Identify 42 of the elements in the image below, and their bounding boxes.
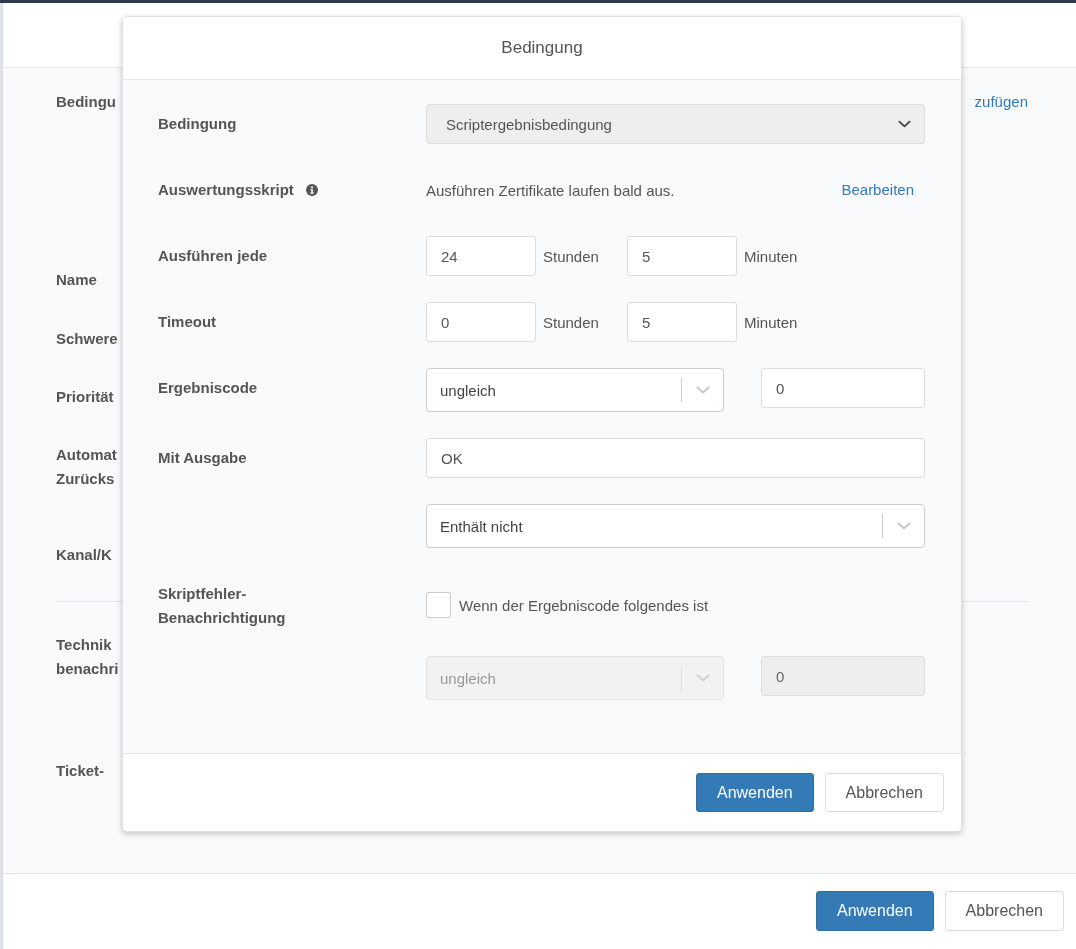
apply-button[interactable]: Anwenden [816,891,934,931]
field-label: Auswertungsskript [158,180,294,200]
output-input[interactable]: OK [426,438,925,478]
minutes-input[interactable]: 5 [627,236,737,276]
field-label: Skriptfehler-Benachrichtigung [158,584,287,628]
field-label: Ausführen jede [158,246,268,266]
minutes-input[interactable]: 5 [627,302,737,342]
dialog-title: Bedingung [501,38,583,58]
script-description: Ausführen Zertifikate laufen bald aus. [426,181,675,199]
edit-link[interactable]: Bearbeiten [841,178,914,202]
field-label: Bedingu [56,93,116,110]
unit-label: Stunden [543,247,599,265]
chevron-down-icon [897,522,911,530]
unit-label: Stunden [543,313,599,331]
field-label: Priorität [56,388,114,405]
info-icon[interactable] [305,184,318,196]
field-label: Automat Zurücks [56,446,117,487]
field-label: Timeout [158,312,217,332]
dropdown-select[interactable]: Enthält nicht [426,504,925,548]
field-label: Kanal/K [56,546,112,563]
field-label: Bedingung [158,114,237,134]
field-label: Mit Ausgabe [158,448,247,468]
field-label: Name [56,271,97,288]
unit-label: Minuten [744,247,798,265]
field-label: Technik benachri [56,636,119,677]
field-label: Ergebniscode [158,378,258,398]
hours-input[interactable]: 24 [426,236,536,276]
dropdown-select[interactable]: ungleich [426,368,724,412]
unit-label: Minuten [744,313,798,331]
field-label: Schwere [56,330,118,347]
cancel-button[interactable]: Abbrechen [824,773,944,812]
chevron-down-icon [696,674,710,682]
chevron-down-icon [898,120,911,128]
chevron-down-icon [696,386,710,394]
apply-button[interactable]: Anwenden [696,773,814,812]
code-input[interactable]: 0 [761,368,925,408]
cancel-button[interactable]: Abbrechen [944,891,1064,931]
checkbox[interactable] [426,592,451,618]
field-label: Ticket- [56,762,105,779]
add-link[interactable]: zufügen [974,90,1028,114]
checkbox-label[interactable]: Wenn der Ergebniscode folgendes ist [459,596,709,614]
hours-input[interactable]: 0 [426,302,536,342]
